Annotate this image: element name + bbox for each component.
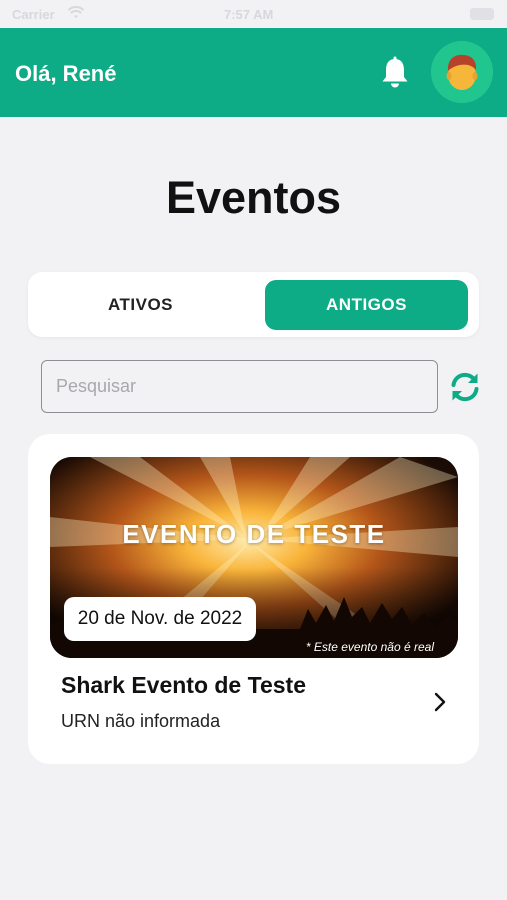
banner-title: EVENTO DE TESTE	[122, 519, 386, 549]
wifi-icon	[68, 6, 84, 18]
greeting-text: Olá, René	[15, 61, 117, 86]
event-subtitle: URN não informada	[61, 711, 221, 731]
search-input[interactable]	[41, 360, 438, 413]
page-title: Eventos	[165, 172, 342, 223]
event-title: Shark Evento de Teste	[61, 672, 306, 698]
event-banner[interactable]: EVENTO DE TESTE 20 de Nov. de 2022 * Est…	[50, 457, 458, 658]
status-bar: Carrier 7:57 AM	[0, 0, 507, 28]
events-tab-switcher: ATIVOS ANTIGOS	[28, 272, 479, 337]
carrier-label: Carrier	[12, 7, 55, 22]
tab-antigos[interactable]: ANTIGOS	[265, 280, 468, 330]
refresh-icon[interactable]	[448, 370, 482, 404]
avatar-icon[interactable]	[431, 41, 493, 103]
battery-icon	[470, 8, 494, 20]
chevron-right-icon[interactable]	[430, 690, 450, 714]
event-date-badge: 20 de Nov. de 2022	[64, 597, 256, 641]
bell-icon[interactable]	[379, 56, 411, 90]
tab-ativos[interactable]: ATIVOS	[36, 280, 245, 330]
banner-disclaimer: * Este evento não é real	[305, 640, 434, 654]
status-time: 7:57 AM	[224, 7, 274, 22]
